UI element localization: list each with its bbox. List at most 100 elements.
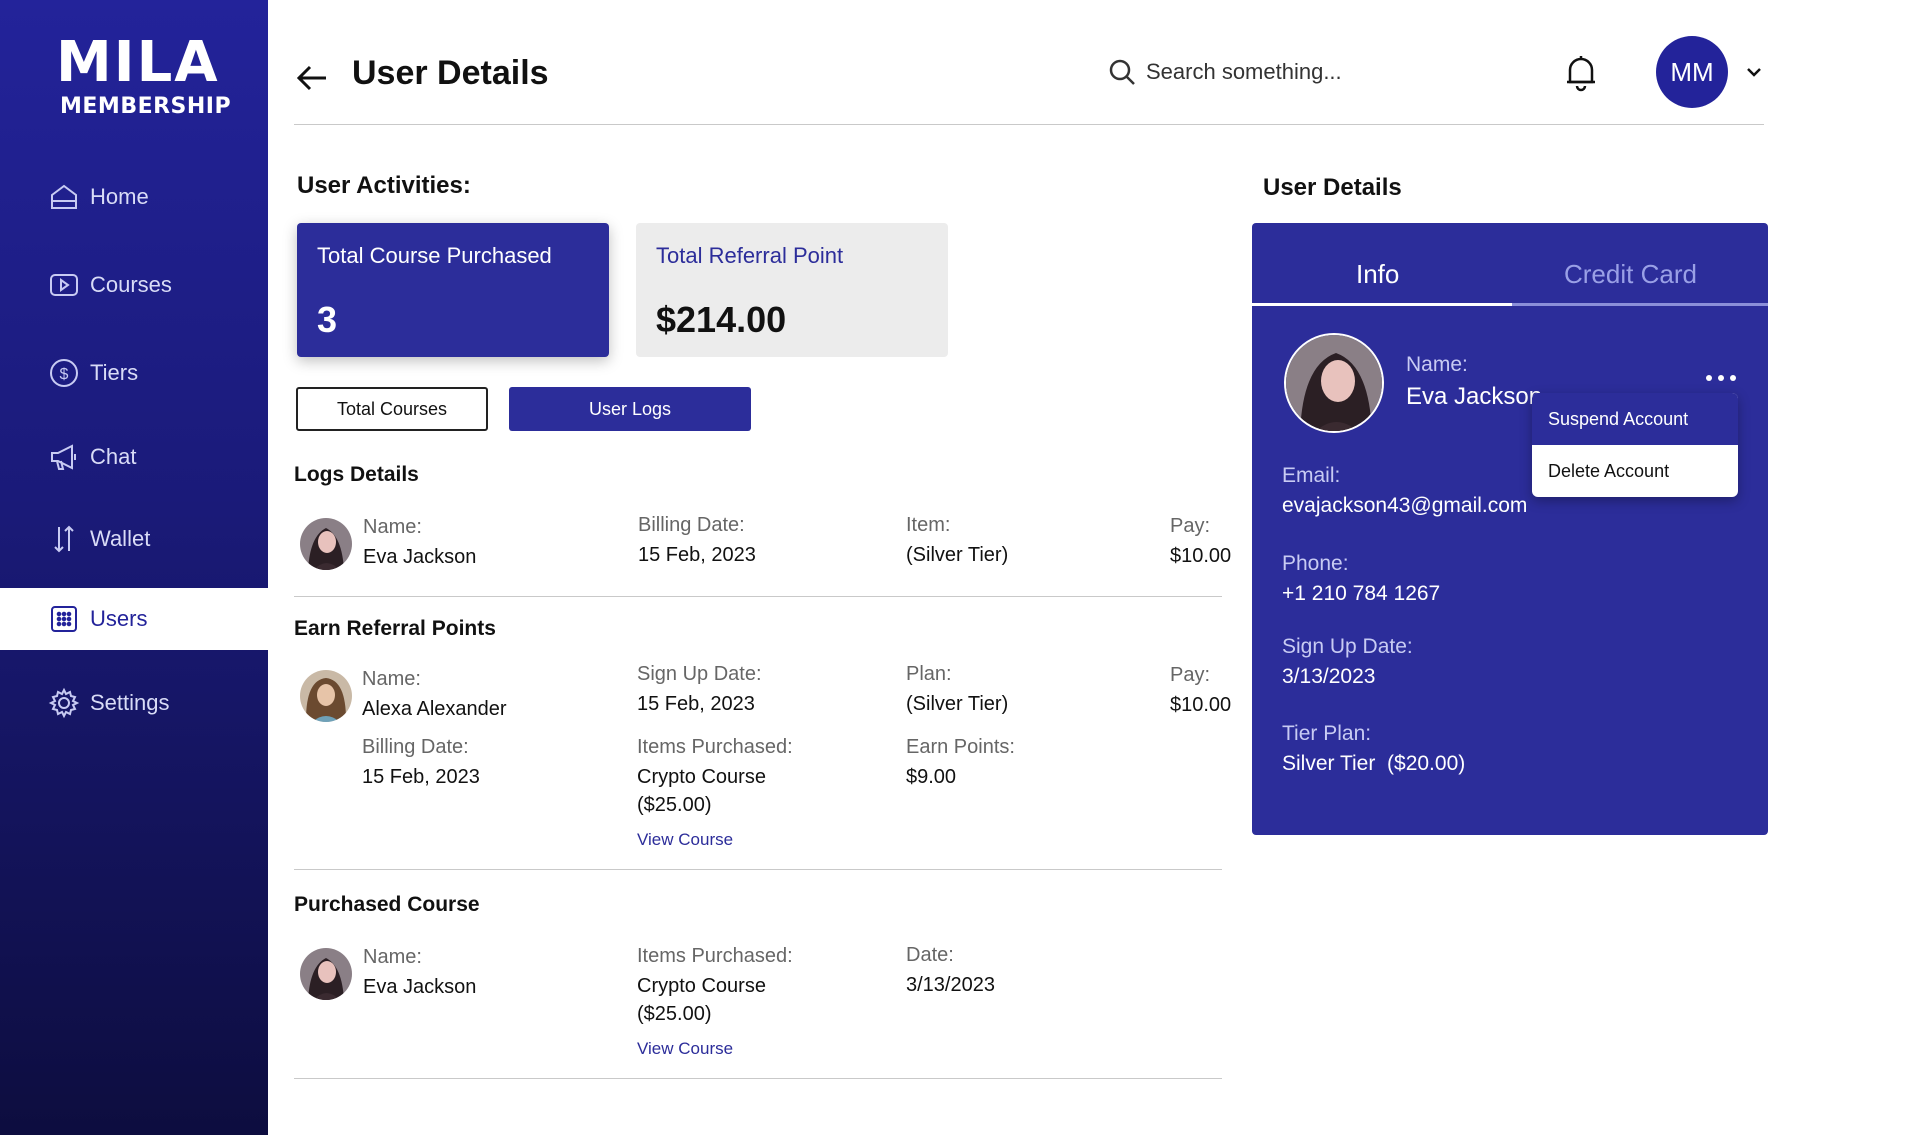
total-courses-button[interactable]: Total Courses	[296, 387, 488, 431]
gear-icon	[48, 687, 80, 719]
referral-plan-label: Plan:	[906, 663, 952, 685]
purchased-course-heading: Purchased Course	[294, 893, 480, 916]
referral-signup-value: 15 Feb, 2023	[637, 693, 755, 715]
logs-name-value: Eva Jackson	[363, 546, 477, 568]
logs-pay-label: Pay:	[1170, 515, 1211, 537]
referral-signup-label: Sign Up Date:	[637, 663, 762, 685]
account-options-menu: Suspend Account Delete Account	[1532, 393, 1738, 497]
logs-item-label: Item:	[906, 514, 951, 536]
user-logs-button[interactable]: User Logs	[509, 387, 751, 431]
logo-bottom-text: MEMBERSHIP	[60, 94, 232, 119]
purchased-date-label: Date:	[906, 944, 954, 966]
search-icon	[1109, 59, 1135, 85]
panel-phone-value: +1 210 784 1267	[1282, 582, 1441, 605]
avatar	[300, 948, 352, 1000]
user-activities-heading: User Activities:	[297, 172, 471, 199]
total-course-value: 3	[317, 299, 338, 340]
users-grid-icon	[51, 606, 77, 632]
sidebar-item-wallet[interactable]: Wallet	[0, 508, 268, 570]
referral-name-value: Alexa Alexander	[362, 698, 507, 720]
svg-text:$: $	[60, 366, 69, 383]
referral-point-value: $214.00	[656, 299, 787, 340]
purchased-items-label: Items Purchased:	[637, 945, 793, 967]
search-input[interactable]	[1146, 59, 1406, 85]
search-bar[interactable]	[1108, 54, 1408, 90]
referral-billing-value: 15 Feb, 2023	[362, 766, 480, 788]
referral-name-label: Name:	[362, 668, 421, 690]
referral-point-card: Total Referral Point $214.00	[636, 223, 948, 357]
sidebar: MILA MEMBERSHIP Home Courses $ Tiers Cha…	[0, 0, 268, 1135]
referral-items-label: Items Purchased:	[637, 736, 793, 758]
panel-email-label: Email:	[1282, 464, 1341, 487]
sidebar-item-label: Users	[90, 606, 148, 631]
sidebar-item-tiers[interactable]: $ Tiers	[0, 342, 268, 404]
header-divider	[294, 124, 1764, 125]
referral-pay-value: $10.00	[1170, 694, 1232, 716]
user-details-panel: Info Credit Card Name: Eva Jackson Email…	[1252, 223, 1768, 835]
referral-earn-value: $9.00	[906, 766, 957, 788]
panel-phone-label: Phone:	[1282, 552, 1349, 575]
panel-name-label: Name:	[1406, 353, 1468, 376]
avatar	[300, 670, 352, 722]
tab-credit-card[interactable]: Credit Card	[1564, 259, 1697, 290]
tab-info[interactable]: Info	[1356, 259, 1399, 290]
panel-tier-label: Tier Plan:	[1282, 722, 1372, 745]
section-divider	[294, 1078, 1222, 1079]
suspend-account-item[interactable]: Suspend Account	[1532, 393, 1738, 445]
more-options-icon[interactable]	[1704, 373, 1738, 383]
view-course-link[interactable]: View Course	[637, 1039, 733, 1059]
user-avatar[interactable]: MM	[1656, 36, 1728, 108]
purchased-items-value: Crypto Course	[637, 975, 766, 997]
home-icon	[51, 184, 77, 209]
tab-info-underline	[1252, 303, 1512, 306]
purchased-items-price: ($25.00)	[637, 1003, 712, 1025]
panel-name-value: Eva Jackson	[1406, 383, 1543, 410]
panel-email-value: evajackson43@gmail.com	[1282, 494, 1528, 517]
logo-top-text: MILA	[56, 30, 220, 95]
section-divider	[294, 596, 1222, 597]
sidebar-item-courses[interactable]: Courses	[0, 254, 268, 316]
referral-plan-value: (Silver Tier)	[906, 693, 1009, 715]
panel-signup-value: 3/13/2023	[1282, 665, 1376, 688]
dollar-icon: $	[50, 359, 78, 387]
logs-billing-label: Billing Date:	[638, 514, 745, 536]
purchased-name-label: Name:	[363, 946, 422, 968]
purchased-date-value: 3/13/2023	[906, 974, 995, 996]
section-divider	[294, 869, 1222, 870]
sidebar-item-chat[interactable]: Chat	[0, 426, 268, 488]
user-details-heading: User Details	[1263, 174, 1402, 201]
bell-icon[interactable]	[1562, 52, 1600, 92]
sidebar-item-home[interactable]: Home	[0, 166, 268, 228]
referral-earn-label: Earn Points:	[906, 736, 1015, 758]
sidebar-item-label: Settings	[90, 690, 170, 715]
purchased-name-value: Eva Jackson	[363, 976, 477, 998]
total-course-card: Total Course Purchased 3	[297, 223, 609, 357]
avatar	[300, 518, 352, 570]
sidebar-item-users[interactable]: Users	[0, 588, 268, 650]
sidebar-item-label: Wallet	[90, 526, 151, 551]
delete-account-item[interactable]: Delete Account	[1532, 445, 1738, 497]
sidebar-item-label: Home	[90, 184, 149, 209]
referral-billing-label: Billing Date:	[362, 736, 469, 758]
sidebar-item-label: Courses	[90, 272, 172, 297]
view-course-link[interactable]: View Course	[637, 830, 733, 850]
logs-name-label: Name:	[363, 516, 422, 538]
logs-pay-value: $10.00	[1170, 545, 1232, 567]
sidebar-item-settings[interactable]: Settings	[0, 672, 268, 734]
referral-point-label: Total Referral Point	[656, 243, 844, 268]
total-course-label: Total Course Purchased	[317, 243, 552, 268]
brand-logo[interactable]: MILA MEMBERSHIP	[56, 30, 231, 120]
chevron-down-icon[interactable]	[1744, 62, 1764, 82]
panel-tier-value: Silver Tier ($20.00)	[1282, 752, 1466, 775]
back-arrow-icon[interactable]	[294, 60, 330, 96]
transfer-arrows-icon	[54, 525, 74, 553]
logs-details-heading: Logs Details	[294, 463, 419, 486]
megaphone-icon	[51, 444, 76, 470]
avatar	[1284, 333, 1384, 433]
sidebar-item-label: Chat	[90, 444, 137, 469]
sidebar-item-label: Tiers	[90, 360, 139, 385]
play-icon	[50, 274, 78, 296]
referral-items-price: ($25.00)	[637, 794, 712, 816]
logs-billing-value: 15 Feb, 2023	[638, 544, 756, 566]
referral-pay-label: Pay:	[1170, 664, 1211, 686]
